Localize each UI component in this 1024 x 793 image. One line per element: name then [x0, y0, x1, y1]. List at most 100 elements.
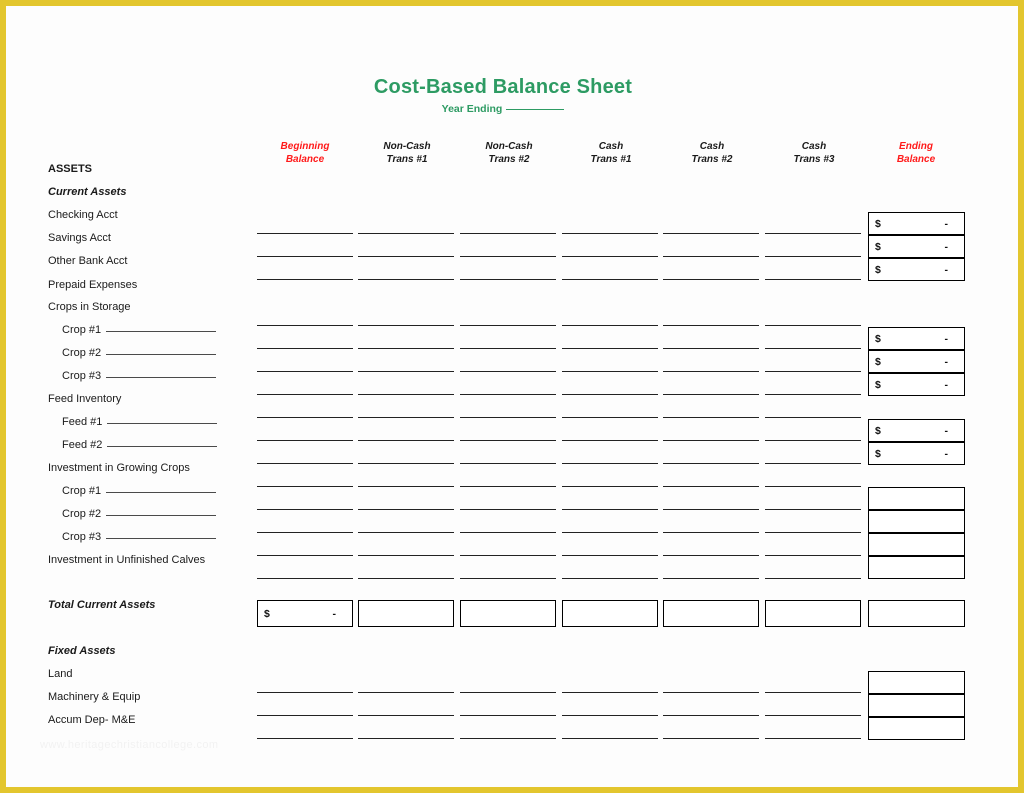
row-label-write-in-blank[interactable] [106, 515, 217, 516]
entry-underline-col1[interactable] [358, 463, 454, 464]
entry-underline-col3[interactable] [562, 715, 658, 716]
total-current-assets-cell-6[interactable] [868, 600, 965, 627]
entry-underline-col4[interactable] [663, 348, 759, 349]
entry-underline-col2[interactable] [460, 348, 556, 349]
row-label-write-in-blank[interactable] [107, 446, 218, 447]
entry-underline-col4[interactable] [663, 256, 759, 257]
entry-underline-col0[interactable] [257, 417, 353, 418]
entry-underline-col0[interactable] [257, 371, 353, 372]
entry-underline-col0[interactable] [257, 256, 353, 257]
ending-balance-cell-empty[interactable] [868, 510, 965, 533]
entry-underline-col3[interactable] [562, 348, 658, 349]
entry-underline-col0[interactable] [257, 738, 353, 739]
entry-underline-col5[interactable] [765, 486, 861, 487]
entry-underline-col5[interactable] [765, 371, 861, 372]
total-current-assets-cell-4[interactable] [663, 600, 759, 627]
row-label-write-in-blank[interactable] [106, 377, 217, 378]
entry-underline-col3[interactable] [562, 325, 658, 326]
entry-underline-col2[interactable] [460, 371, 556, 372]
entry-underline-col0[interactable] [257, 440, 353, 441]
entry-underline-col4[interactable] [663, 394, 759, 395]
entry-underline-col5[interactable] [765, 394, 861, 395]
ending-balance-cell-empty[interactable] [868, 717, 965, 740]
entry-underline-col1[interactable] [358, 715, 454, 716]
entry-underline-col2[interactable] [460, 555, 556, 556]
entry-underline-col4[interactable] [663, 463, 759, 464]
entry-underline-col1[interactable] [358, 394, 454, 395]
entry-underline-col1[interactable] [358, 371, 454, 372]
entry-underline-col5[interactable] [765, 692, 861, 693]
entry-underline-col4[interactable] [663, 417, 759, 418]
entry-underline-col3[interactable] [562, 532, 658, 533]
ending-balance-cell[interactable]: $ - [868, 442, 965, 465]
total-current-assets-cell-1[interactable] [358, 600, 454, 627]
entry-underline-col3[interactable] [562, 394, 658, 395]
entry-underline-col1[interactable] [358, 532, 454, 533]
entry-underline-col4[interactable] [663, 692, 759, 693]
entry-underline-col3[interactable] [562, 578, 658, 579]
entry-underline-col3[interactable] [562, 692, 658, 693]
ending-balance-cell[interactable]: $ - [868, 258, 965, 281]
ending-balance-cell[interactable]: $ - [868, 419, 965, 442]
entry-underline-col1[interactable] [358, 692, 454, 693]
entry-underline-col2[interactable] [460, 486, 556, 487]
ending-balance-cell-empty[interactable] [868, 533, 965, 556]
entry-underline-col5[interactable] [765, 738, 861, 739]
entry-underline-col2[interactable] [460, 394, 556, 395]
entry-underline-col5[interactable] [765, 555, 861, 556]
entry-underline-col1[interactable] [358, 738, 454, 739]
entry-underline-col1[interactable] [358, 279, 454, 280]
row-label-write-in-blank[interactable] [106, 492, 217, 493]
year-ending-blank[interactable] [506, 109, 565, 110]
entry-underline-col2[interactable] [460, 417, 556, 418]
entry-underline-col0[interactable] [257, 555, 353, 556]
entry-underline-col0[interactable] [257, 715, 353, 716]
entry-underline-col0[interactable] [257, 509, 353, 510]
row-label-write-in-blank[interactable] [106, 331, 217, 332]
entry-underline-col0[interactable] [257, 325, 353, 326]
entry-underline-col1[interactable] [358, 417, 454, 418]
total-current-assets-cell-3[interactable] [562, 600, 658, 627]
entry-underline-col5[interactable] [765, 509, 861, 510]
entry-underline-col5[interactable] [765, 256, 861, 257]
entry-underline-col2[interactable] [460, 715, 556, 716]
row-label-write-in-blank[interactable] [106, 354, 217, 355]
entry-underline-col4[interactable] [663, 578, 759, 579]
entry-underline-col3[interactable] [562, 233, 658, 234]
ending-balance-cell-empty[interactable] [868, 487, 965, 510]
entry-underline-col5[interactable] [765, 279, 861, 280]
entry-underline-col0[interactable] [257, 279, 353, 280]
entry-underline-col2[interactable] [460, 738, 556, 739]
entry-underline-col3[interactable] [562, 509, 658, 510]
entry-underline-col0[interactable] [257, 394, 353, 395]
ending-balance-cell[interactable]: $ - [868, 212, 965, 235]
entry-underline-col1[interactable] [358, 509, 454, 510]
entry-underline-col3[interactable] [562, 256, 658, 257]
entry-underline-col2[interactable] [460, 578, 556, 579]
entry-underline-col2[interactable] [460, 279, 556, 280]
entry-underline-col2[interactable] [460, 532, 556, 533]
ending-balance-cell[interactable]: $ - [868, 350, 965, 373]
ending-balance-cell[interactable]: $ - [868, 327, 965, 350]
entry-underline-col5[interactable] [765, 417, 861, 418]
entry-underline-col1[interactable] [358, 440, 454, 441]
entry-underline-col4[interactable] [663, 325, 759, 326]
entry-underline-col3[interactable] [562, 486, 658, 487]
ending-balance-cell[interactable]: $ - [868, 373, 965, 396]
entry-underline-col2[interactable] [460, 233, 556, 234]
entry-underline-col5[interactable] [765, 348, 861, 349]
entry-underline-col4[interactable] [663, 738, 759, 739]
entry-underline-col1[interactable] [358, 486, 454, 487]
entry-underline-col4[interactable] [663, 532, 759, 533]
entry-underline-col3[interactable] [562, 371, 658, 372]
ending-balance-cell-empty[interactable] [868, 694, 965, 717]
entry-underline-col4[interactable] [663, 233, 759, 234]
row-label-write-in-blank[interactable] [106, 538, 217, 539]
entry-underline-col4[interactable] [663, 371, 759, 372]
entry-underline-col5[interactable] [765, 463, 861, 464]
entry-underline-col2[interactable] [460, 692, 556, 693]
entry-underline-col1[interactable] [358, 325, 454, 326]
total-current-assets-cell-2[interactable] [460, 600, 556, 627]
total-current-assets-cell-0[interactable]: $ - [257, 600, 353, 627]
entry-underline-col5[interactable] [765, 578, 861, 579]
